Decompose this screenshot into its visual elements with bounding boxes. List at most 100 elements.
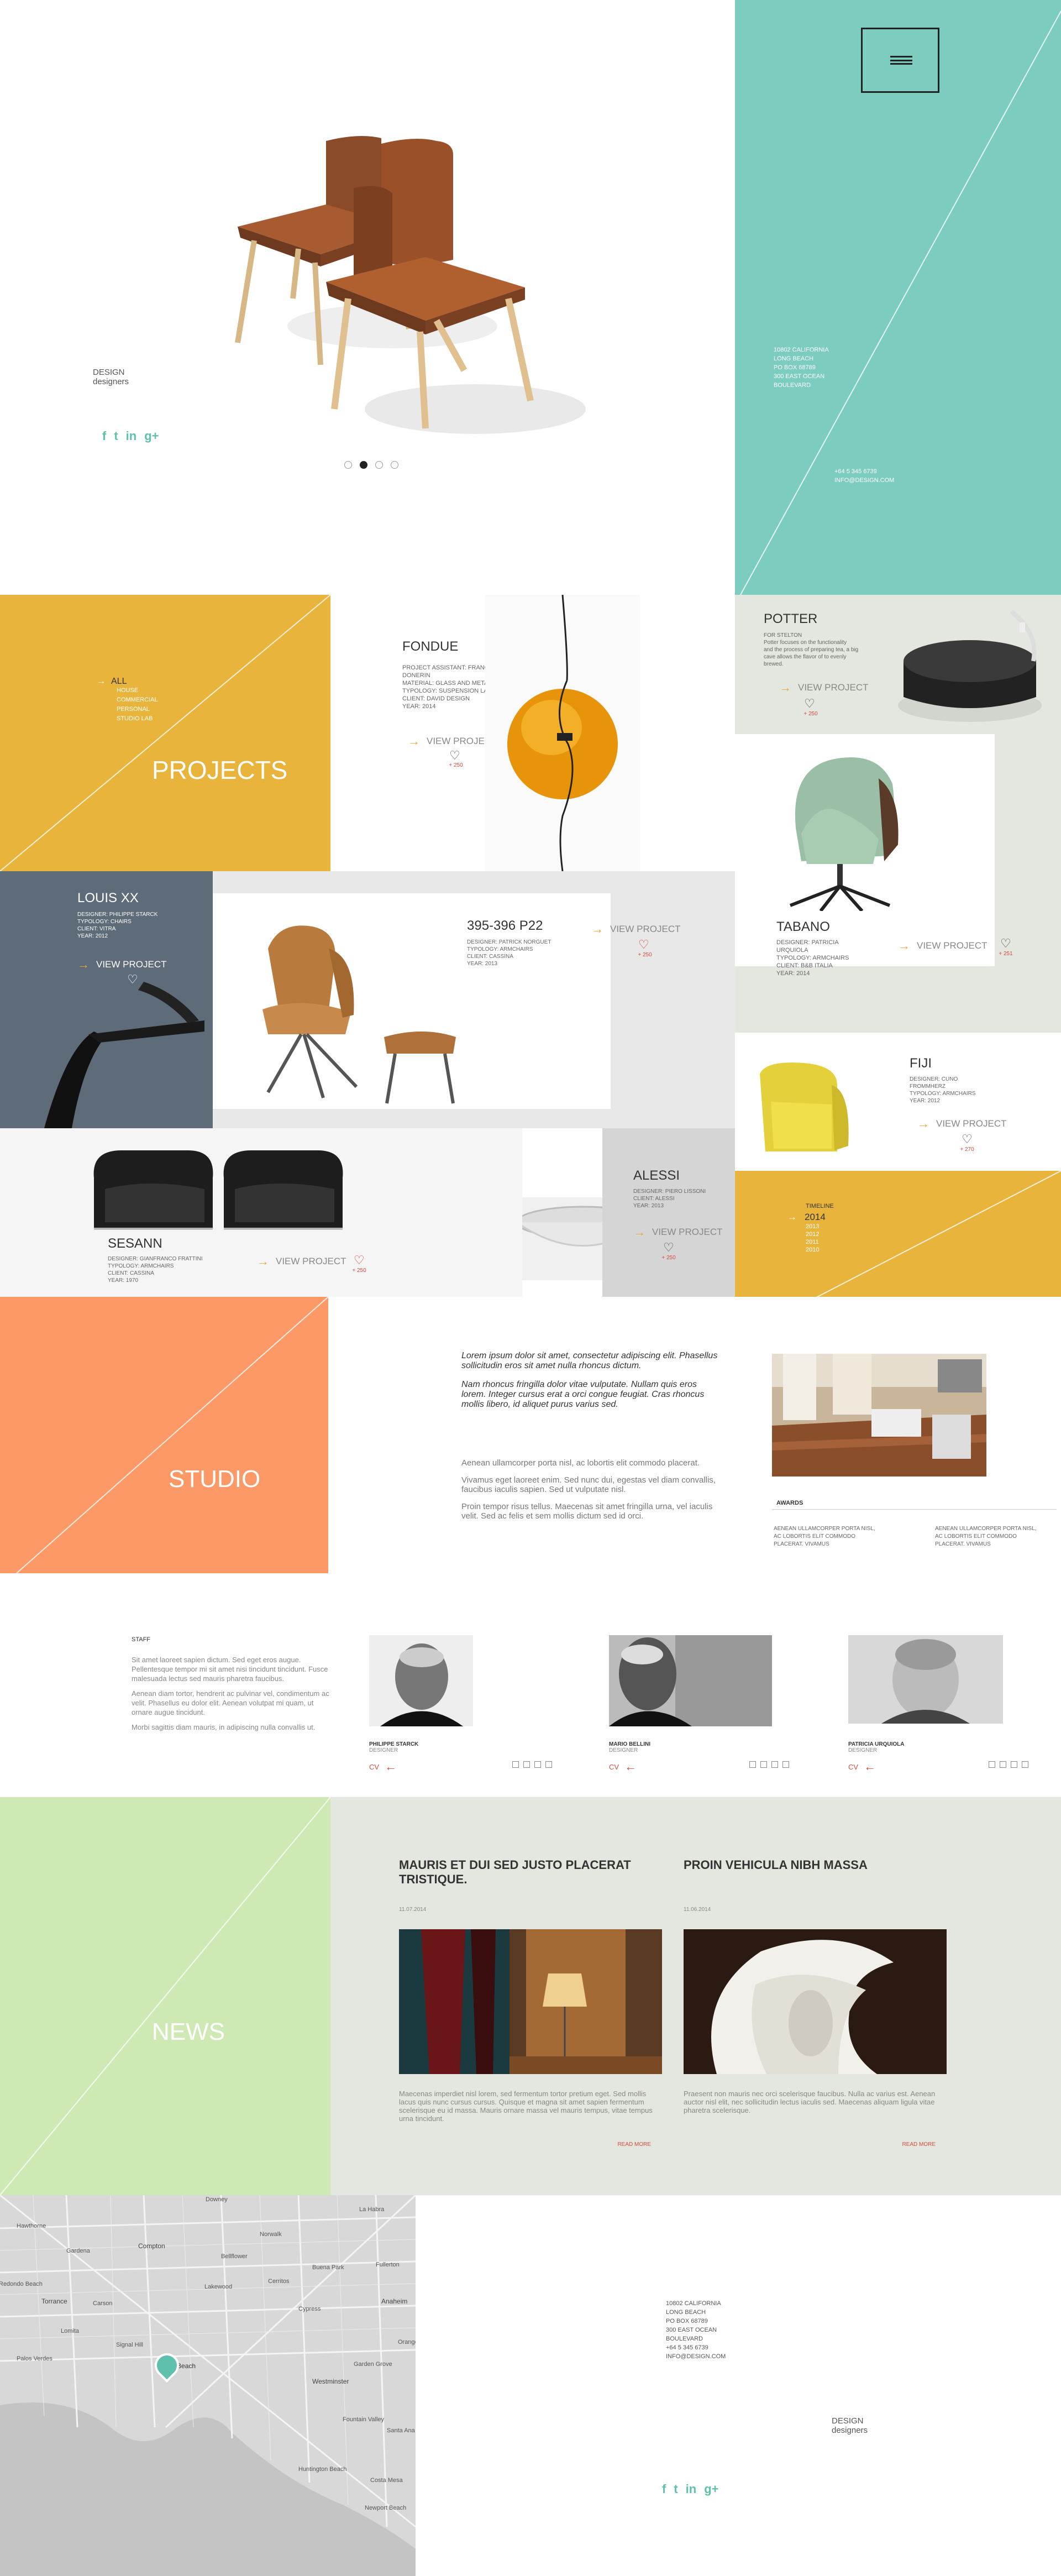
- view-project-link[interactable]: → VIEW PROJECT: [408, 734, 497, 748]
- arrow-left-icon[interactable]: ←: [624, 1760, 637, 1774]
- social-square-icon[interactable]: [749, 1761, 756, 1768]
- view-project-link[interactable]: → VIEW PROJECT: [779, 680, 869, 695]
- studio-lead-2: Nam rhoncus fringilla dolor vitae vulput…: [461, 1380, 705, 1409]
- project-card-louis[interactable]: LOUIS XX DESIGNER: PHILIPPE STARCK TYPOLO…: [0, 871, 213, 1128]
- news-item[interactable]: PROIN VEHICULA NIBH MASSA 11.06.2014 Pra…: [684, 1858, 948, 2167]
- project-card-fondue[interactable]: FONDUE PROJECT ASSISTANT: FRANCESCO DONER…: [330, 595, 735, 871]
- like-heart-icon[interactable]: ♡: [962, 1133, 973, 1145]
- timeline-year[interactable]: 2011: [806, 1238, 826, 1246]
- menu-button[interactable]: [861, 28, 939, 93]
- social-square-icon[interactable]: [545, 1761, 552, 1768]
- like-heart-icon[interactable]: ♡: [354, 1254, 365, 1266]
- hero-contact: +64 5 345 6739 INFO@DESIGN.COM: [834, 467, 894, 485]
- timeline-year[interactable]: 2012: [806, 1231, 826, 1238]
- project-card-tabano[interactable]: TABANO DESIGNER: PATRICIA URQUIOLA TYPOLOG…: [735, 734, 1061, 1033]
- like-heart-icon[interactable]: ♡: [804, 698, 815, 710]
- project-card-p22[interactable]: 395-396 P22 DESIGNER: PATRICK NORGUET TYP…: [213, 871, 735, 1128]
- like-heart-icon[interactable]: ♡: [1000, 938, 1011, 950]
- view-project-link[interactable]: → VIEW PROJECT: [591, 922, 681, 936]
- footer-email[interactable]: INFO@DESIGN.COM: [666, 2352, 726, 2361]
- arrow-left-icon[interactable]: ←: [385, 1760, 397, 1774]
- arrow-left-icon[interactable]: ←: [864, 1760, 876, 1774]
- facebook-icon[interactable]: f: [102, 429, 106, 443]
- like-heart-icon[interactable]: ♡: [449, 750, 460, 762]
- map[interactable]: Downey La Habra Hawthorne Gardena Compto…: [0, 2195, 416, 2576]
- google-plus-icon[interactable]: g+: [144, 429, 159, 443]
- project-name: SESANN: [108, 1236, 162, 1251]
- like-heart-icon[interactable]: ♡: [638, 939, 649, 951]
- social-square-icon[interactable]: [760, 1761, 767, 1768]
- view-project-link[interactable]: → VIEW PROJECT: [633, 1225, 723, 1239]
- staff-social-squares: [986, 1761, 1031, 1771]
- social-square-icon[interactable]: [1022, 1761, 1028, 1768]
- brand-line-1: DESIGN: [93, 368, 125, 377]
- project-card-sesann[interactable]: SESANN DESIGNER: GIANFRANCO FRATTINI TYPO…: [0, 1128, 522, 1297]
- timeline-year[interactable]: 2013: [806, 1223, 826, 1231]
- linkedin-icon[interactable]: in: [686, 2482, 697, 2496]
- timeline-year[interactable]: 2010: [806, 1246, 826, 1254]
- project-card-alessi[interactable]: ALESSI DESIGNER: PIERO LISSONI CLIENT: AL…: [602, 1128, 735, 1297]
- timeline-year-active[interactable]: → 2014: [787, 1212, 826, 1223]
- slider-dot-active[interactable]: [360, 461, 367, 469]
- google-plus-icon[interactable]: g+: [704, 2482, 718, 2496]
- map-pin-icon[interactable]: [149, 2348, 185, 2383]
- filter-house[interactable]: HOUSE: [117, 686, 158, 695]
- social-square-icon[interactable]: [782, 1761, 789, 1768]
- arrow-right-icon: →: [779, 680, 791, 694]
- like-heart-icon[interactable]: ♡: [127, 973, 138, 986]
- twitter-icon[interactable]: t: [114, 429, 118, 443]
- facebook-icon[interactable]: f: [662, 2482, 666, 2496]
- staff-photo: [609, 1635, 772, 1726]
- social-square-icon[interactable]: [771, 1761, 778, 1768]
- social-square-icon[interactable]: [512, 1761, 519, 1768]
- studio-office-image: [772, 1354, 986, 1477]
- social-square-icon[interactable]: [1011, 1761, 1017, 1768]
- filter-studio-lab[interactable]: STUDIO LAB: [117, 714, 158, 724]
- address-line: PO BOX 68789: [774, 364, 816, 371]
- project-meta: FOR STELTON Potter focuses on the functio…: [764, 632, 859, 667]
- read-more-link[interactable]: READ MORE: [684, 2142, 948, 2148]
- news-item-title[interactable]: PROIN VEHICULA NIBH MASSA: [684, 1858, 927, 1872]
- twitter-icon[interactable]: t: [674, 2482, 677, 2496]
- social-square-icon[interactable]: [989, 1761, 995, 1768]
- slider-dot[interactable]: [391, 461, 398, 469]
- filter-personal[interactable]: PERSONAL: [117, 705, 158, 714]
- hero-email[interactable]: INFO@DESIGN.COM: [834, 476, 894, 485]
- staff-member-starck[interactable]: PHILIPPE STARCK DESIGNER CV ←: [369, 1635, 601, 1779]
- staff-member-urquiola[interactable]: PATRICIA URQUIOLA DESIGNER CV ←: [848, 1635, 1061, 1779]
- project-card-fiji[interactable]: FIJI DESIGNER: CUNO FROMMHERZ TYPOLOGY: AR…: [735, 1033, 1061, 1171]
- map-label: Westminster: [312, 2378, 349, 2385]
- address-line: 300 EAST OCEAN: [774, 373, 825, 380]
- view-project-link[interactable]: → VIEW PROJECT: [257, 1254, 346, 1269]
- slider-dot[interactable]: [344, 461, 352, 469]
- slider-dot[interactable]: [375, 461, 383, 469]
- staff-paragraph: Morbi sagittis diam mauris, in adipiscin…: [132, 1723, 316, 1731]
- cv-link[interactable]: CV: [609, 1763, 619, 1771]
- award-item: AENEAN ULLAMCORPER PORTA NISL, AC LOBORT…: [774, 1526, 875, 1547]
- news-item-title[interactable]: MAURIS ET DUI SED JUSTO PLACERAT TRISTIQ…: [399, 1858, 642, 1887]
- news-item[interactable]: MAURIS ET DUI SED JUSTO PLACERAT TRISTIQ…: [399, 1858, 663, 2167]
- like-heart-icon[interactable]: ♡: [663, 1242, 674, 1254]
- view-project-link[interactable]: → VIEW PROJECT: [917, 1117, 1007, 1131]
- filter-commercial[interactable]: COMMERCIAL: [117, 695, 158, 705]
- filter-all[interactable]: → ALL: [97, 677, 158, 686]
- social-square-icon[interactable]: [1000, 1761, 1006, 1768]
- studio-paragraph: Proin tempor risus tellus. Maecenas sit …: [461, 1502, 713, 1521]
- linkedin-icon[interactable]: in: [126, 429, 137, 443]
- like-count: + 250: [638, 952, 652, 958]
- social-square-icon[interactable]: [534, 1761, 541, 1768]
- staff-member-bellini[interactable]: MARIO BELLINI DESIGNER CV ←: [609, 1635, 841, 1779]
- cv-link[interactable]: CV: [369, 1763, 379, 1771]
- hero-section: DESIGN designers f t in g+ 10802 CALIFOR…: [0, 0, 1061, 595]
- view-project-link[interactable]: → VIEW PROJECT: [898, 939, 988, 953]
- news-item-text: Praesent non mauris nec orci scelerisque…: [684, 2090, 936, 2114]
- view-project-link[interactable]: → VIEW PROJECT: [77, 957, 167, 972]
- read-more-link[interactable]: READ MORE: [399, 2142, 663, 2148]
- cv-link[interactable]: CV: [848, 1763, 858, 1771]
- project-filters: → ALL HOUSE COMMERCIAL PERSONAL STUDIO LA…: [97, 677, 158, 724]
- social-square-icon[interactable]: [523, 1761, 530, 1768]
- project-card-potter[interactable]: POTTER FOR STELTON Potter focuses on the …: [735, 595, 1061, 734]
- staff-name: MARIO BELLINI: [609, 1741, 650, 1747]
- staff-text: Sit amet laoreet sapien dictum. Sed eget…: [132, 1655, 336, 1732]
- map-label: Costa Mesa: [370, 2477, 403, 2484]
